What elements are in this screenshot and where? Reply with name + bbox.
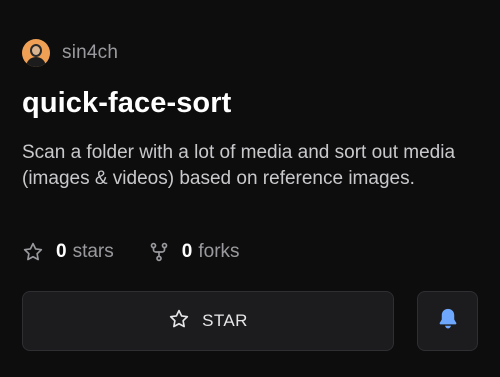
forks-count: 0 xyxy=(181,241,193,262)
forks-stat[interactable]: 0 forks xyxy=(148,241,240,263)
avatar[interactable] xyxy=(22,39,50,67)
star-outline-icon xyxy=(22,241,44,263)
repo-description: Scan a folder with a lot of media and so… xyxy=(22,142,456,189)
avatar-body xyxy=(26,57,46,67)
stats-row: 0 stars 0 forks xyxy=(22,241,274,263)
bell-icon xyxy=(437,307,459,336)
fork-icon xyxy=(148,241,170,263)
star-outline-icon xyxy=(168,308,190,335)
stars-label: stars xyxy=(72,241,114,262)
repo-card: sin4ch quick-face-sort Scan a folder wit… xyxy=(0,0,500,377)
owner-row[interactable]: sin4ch xyxy=(22,39,118,67)
avatar-face xyxy=(32,46,40,55)
owner-name[interactable]: sin4ch xyxy=(62,42,118,64)
repo-title[interactable]: quick-face-sort xyxy=(22,87,231,120)
star-button[interactable]: STAR xyxy=(22,291,394,351)
stars-count: 0 xyxy=(56,241,67,262)
stars-stat[interactable]: 0 stars xyxy=(22,241,114,263)
forks-label: forks xyxy=(198,241,240,262)
notify-button[interactable] xyxy=(417,291,478,351)
star-button-label: STAR xyxy=(202,311,248,330)
